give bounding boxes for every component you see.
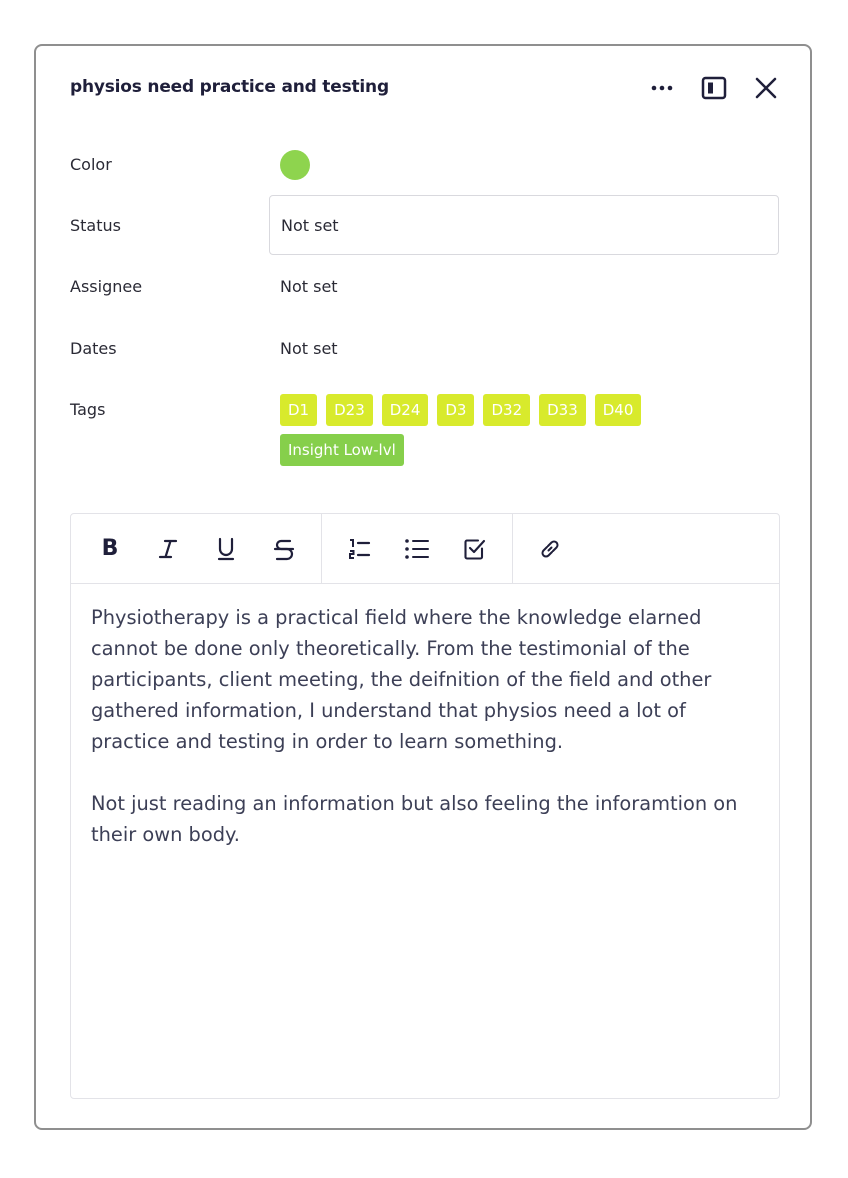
italic-button[interactable] [139, 521, 197, 577]
card-title[interactable]: physios need practice and testing [70, 77, 389, 97]
header-actions [636, 68, 792, 108]
bullet-list-button[interactable] [388, 521, 446, 577]
color-label: Color [70, 155, 112, 174]
more-options-button[interactable] [636, 68, 688, 108]
status-label: Status [70, 216, 121, 235]
text-format-group: B [71, 514, 322, 583]
editor-paragraph: Not just reading an information but also… [91, 792, 738, 846]
close-button[interactable] [740, 68, 792, 108]
tags-label: Tags [70, 400, 106, 419]
toggle-panel-button[interactable] [688, 68, 740, 108]
assignee-value[interactable]: Not set [280, 277, 338, 296]
tag-chip[interactable]: D32 [483, 394, 531, 426]
dates-label: Dates [70, 339, 117, 358]
tag-chip[interactable]: D33 [539, 394, 586, 426]
tag-chip[interactable]: Insight Low-lvl [280, 434, 404, 466]
ordered-list-button[interactable] [330, 521, 388, 577]
editor-toolbar: B [71, 514, 779, 584]
checklist-button[interactable] [446, 521, 504, 577]
tag-chip[interactable]: D40 [594, 394, 642, 426]
underline-button[interactable] [197, 521, 255, 577]
list-group [322, 514, 513, 583]
dates-value[interactable]: Not set [280, 339, 338, 358]
editor-content[interactable]: Physiotherapy is a practical field where… [71, 584, 779, 850]
strikethrough-button[interactable] [255, 521, 313, 577]
link-group [513, 514, 587, 583]
panel-toggle-icon [701, 76, 727, 100]
link-button[interactable] [521, 521, 579, 577]
strikethrough-icon [273, 539, 295, 560]
bullet-list-icon [405, 538, 429, 559]
status-select[interactable]: Not set [269, 195, 779, 255]
card-detail-panel: physios need practice and testing Color … [34, 44, 812, 1130]
tag-chip[interactable]: D24 [381, 394, 429, 426]
italic-icon [158, 539, 178, 558]
editor-paragraph: Physiotherapy is a practical field where… [91, 606, 712, 753]
checklist-icon [464, 538, 486, 560]
more-horizontal-icon [651, 85, 673, 91]
tags-list: D1 D23 D24 D3 D32 D33 D40 Insight Low-lv… [280, 394, 750, 466]
close-icon [755, 77, 777, 99]
ordered-list-icon [349, 538, 371, 559]
assignee-label: Assignee [70, 277, 143, 296]
tag-chip[interactable]: D1 [280, 394, 318, 426]
bold-button[interactable]: B [81, 521, 139, 577]
link-icon [541, 539, 559, 558]
description-editor: B Physiotherapy is a practical field whe… [70, 513, 780, 1099]
color-swatch[interactable] [280, 150, 310, 180]
tag-chip[interactable]: D3 [437, 394, 475, 426]
underline-icon [217, 537, 235, 560]
tag-chip[interactable]: D23 [326, 394, 373, 426]
